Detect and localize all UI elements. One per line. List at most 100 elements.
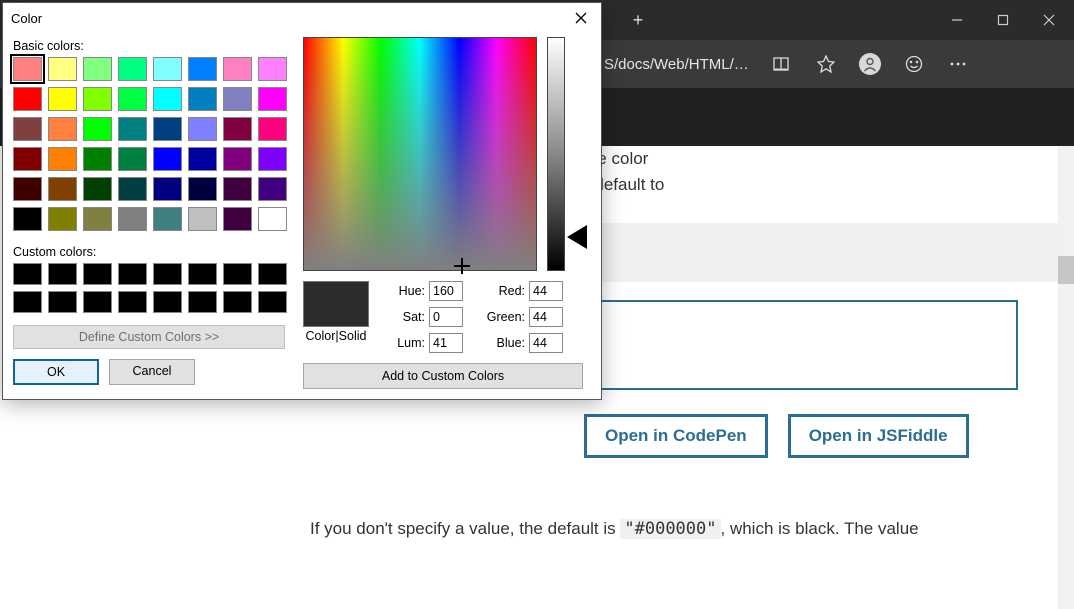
basic-color-swatch[interactable]	[258, 57, 287, 81]
profile-icon[interactable]	[859, 53, 881, 75]
basic-color-swatch[interactable]	[258, 207, 287, 231]
basic-color-swatch[interactable]	[83, 117, 112, 141]
new-tab-button[interactable]: +	[620, 2, 656, 38]
open-jsfiddle-button[interactable]: Open in JSFiddle	[788, 414, 969, 458]
luminance-arrow-icon	[567, 225, 587, 249]
add-to-custom-colors-button[interactable]: Add to Custom Colors	[303, 363, 583, 389]
basic-color-swatch[interactable]	[188, 177, 217, 201]
basic-color-swatch[interactable]	[153, 177, 182, 201]
custom-color-swatch[interactable]	[258, 263, 287, 285]
feedback-icon[interactable]	[903, 53, 925, 75]
sat-input[interactable]	[429, 307, 463, 327]
basic-color-swatch[interactable]	[48, 87, 77, 111]
custom-color-swatch[interactable]	[83, 263, 112, 285]
basic-color-swatch[interactable]	[48, 177, 77, 201]
basic-color-swatch[interactable]	[188, 87, 217, 111]
custom-color-swatch[interactable]	[48, 291, 77, 313]
custom-color-swatch[interactable]	[118, 263, 147, 285]
basic-color-swatch[interactable]	[13, 117, 42, 141]
green-label: Green:	[481, 310, 525, 324]
maximize-button[interactable]	[980, 0, 1026, 40]
basic-color-swatch[interactable]	[48, 117, 77, 141]
color-gradient-picker[interactable]	[303, 37, 537, 271]
red-input[interactable]	[529, 281, 563, 301]
basic-color-swatch[interactable]	[223, 87, 252, 111]
basic-color-swatch[interactable]	[48, 147, 77, 171]
basic-color-swatch[interactable]	[153, 87, 182, 111]
hue-label: Hue:	[381, 284, 425, 298]
basic-color-swatch[interactable]	[118, 117, 147, 141]
custom-color-swatch[interactable]	[83, 291, 112, 313]
custom-color-swatch[interactable]	[48, 263, 77, 285]
basic-color-swatch[interactable]	[118, 87, 147, 111]
green-input[interactable]	[529, 307, 563, 327]
basic-color-swatch[interactable]	[223, 57, 252, 81]
custom-color-swatch[interactable]	[188, 263, 217, 285]
basic-color-swatch[interactable]	[188, 147, 217, 171]
custom-color-swatch[interactable]	[188, 291, 217, 313]
basic-color-swatch[interactable]	[118, 177, 147, 201]
vertical-scrollbar[interactable]	[1058, 146, 1074, 609]
basic-color-swatch[interactable]	[83, 207, 112, 231]
custom-color-swatch[interactable]	[223, 263, 252, 285]
ok-button[interactable]: OK	[13, 359, 99, 385]
custom-colors-label: Custom colors:	[13, 245, 291, 259]
dialog-title: Color	[11, 11, 42, 26]
custom-color-swatch[interactable]	[153, 263, 182, 285]
luminance-slider[interactable]	[547, 37, 565, 271]
basic-color-swatch[interactable]	[188, 117, 217, 141]
current-color-preview	[303, 281, 369, 327]
basic-color-swatch[interactable]	[258, 147, 287, 171]
basic-color-swatch[interactable]	[153, 147, 182, 171]
color-dialog: Color Basic colors: Custom colors: Defin…	[2, 2, 602, 400]
basic-color-swatch[interactable]	[188, 57, 217, 81]
basic-colors-grid	[13, 57, 291, 231]
dialog-close-button[interactable]	[569, 6, 593, 30]
basic-color-swatch[interactable]	[83, 87, 112, 111]
basic-color-swatch[interactable]	[258, 87, 287, 111]
lum-input[interactable]	[429, 333, 463, 353]
custom-color-swatch[interactable]	[153, 291, 182, 313]
basic-color-swatch[interactable]	[118, 207, 147, 231]
blue-input[interactable]	[529, 333, 563, 353]
basic-color-swatch[interactable]	[223, 117, 252, 141]
crosshair-icon	[456, 260, 468, 272]
basic-color-swatch[interactable]	[118, 147, 147, 171]
inline-code: "#000000"	[620, 519, 720, 539]
reading-view-icon[interactable]	[771, 53, 793, 75]
basic-color-swatch[interactable]	[223, 147, 252, 171]
basic-color-swatch[interactable]	[13, 87, 42, 111]
basic-color-swatch[interactable]	[118, 57, 147, 81]
basic-color-swatch[interactable]	[13, 57, 42, 81]
custom-color-swatch[interactable]	[258, 291, 287, 313]
basic-color-swatch[interactable]	[258, 117, 287, 141]
page-text: , which is black. The value	[721, 519, 919, 538]
basic-color-swatch[interactable]	[153, 57, 182, 81]
basic-color-swatch[interactable]	[223, 177, 252, 201]
custom-color-swatch[interactable]	[13, 263, 42, 285]
open-codepen-button[interactable]: Open in CodePen	[584, 414, 768, 458]
custom-color-swatch[interactable]	[13, 291, 42, 313]
basic-color-swatch[interactable]	[83, 57, 112, 81]
custom-color-swatch[interactable]	[223, 291, 252, 313]
basic-color-swatch[interactable]	[48, 207, 77, 231]
basic-color-swatch[interactable]	[83, 147, 112, 171]
basic-color-swatch[interactable]	[13, 147, 42, 171]
more-icon[interactable]	[947, 53, 969, 75]
cancel-button[interactable]: Cancel	[109, 359, 195, 385]
red-label: Red:	[481, 284, 525, 298]
minimize-button[interactable]	[934, 0, 980, 40]
favorite-icon[interactable]	[815, 53, 837, 75]
basic-color-swatch[interactable]	[13, 207, 42, 231]
basic-color-swatch[interactable]	[153, 207, 182, 231]
hue-input[interactable]	[429, 281, 463, 301]
basic-color-swatch[interactable]	[188, 207, 217, 231]
window-close-button[interactable]	[1026, 0, 1072, 40]
basic-color-swatch[interactable]	[258, 177, 287, 201]
custom-color-swatch[interactable]	[118, 291, 147, 313]
basic-color-swatch[interactable]	[223, 207, 252, 231]
basic-color-swatch[interactable]	[83, 177, 112, 201]
basic-color-swatch[interactable]	[153, 117, 182, 141]
basic-color-swatch[interactable]	[48, 57, 77, 81]
basic-color-swatch[interactable]	[13, 177, 42, 201]
